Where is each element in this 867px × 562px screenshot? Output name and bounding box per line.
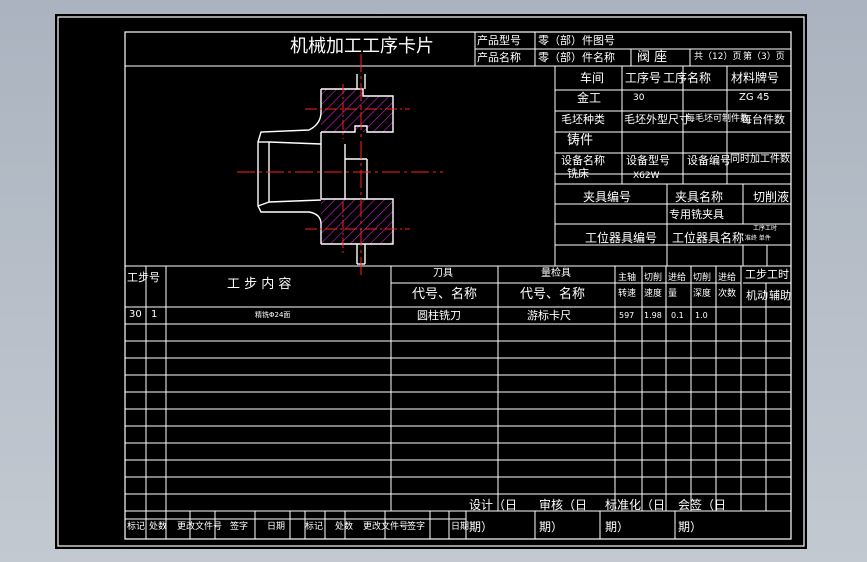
workshop-label: 车间 <box>580 71 605 85</box>
equip-name-value: 铣床 <box>567 167 589 180</box>
part-name-label: 零（部）件名称 <box>538 51 615 64</box>
op-no-label: 工序号 <box>625 71 662 85</box>
material-value: ZG 45 <box>739 92 770 103</box>
card-title: 机械加工工序卡片 <box>290 36 434 57</box>
equip-name-label: 设备名称 <box>561 154 605 167</box>
col-machine-time: 机动 <box>746 289 768 302</box>
product-name-label: 产品名称 <box>477 51 521 64</box>
col-tool-sub: 代号、名称 <box>412 287 478 302</box>
op-time-sub-label: 准终 单件 <box>745 235 771 242</box>
col-depth: 切削深度 <box>693 273 712 299</box>
rev-count-label: 处数 <box>149 522 168 532</box>
col-spindle: 主轴转速 <box>618 273 637 299</box>
col-gauge-sub: 代号、名称 <box>520 287 586 302</box>
row-depth: 1.0 <box>695 311 708 320</box>
col-passes: 进给次数 <box>718 273 737 299</box>
station-tool-name-label: 工位器具名称 <box>672 231 745 245</box>
col-aux-time: 辅助 <box>769 289 791 302</box>
fixture-name-value: 专用铣夹具 <box>669 208 724 221</box>
pieces-label: 每台件数 <box>741 113 785 126</box>
rev-mark-label-2: 标记 <box>305 522 324 532</box>
col-cut-speed: 切削速度 <box>644 273 663 299</box>
station-tool-no-label: 工位器具编号 <box>585 231 658 245</box>
rev-doc-label-2: 更改文件号 <box>363 522 409 532</box>
part-no-label: 零（部）件图号 <box>538 34 615 47</box>
total-pages: 共（12）页 <box>694 52 742 62</box>
rev-sign-label: 签字 <box>230 522 249 532</box>
col-gauge-group: 量检具 <box>541 268 571 279</box>
row-gauge: 游标卡尺 <box>527 309 571 322</box>
rev-doc-label: 更改文件号 <box>177 522 223 532</box>
row-tool: 圆柱铣刀 <box>417 309 461 322</box>
standard-date: 标准化（日期） <box>605 498 666 534</box>
fixture-name-label: 夹具名称 <box>675 190 724 204</box>
op-no-value: 30 <box>633 93 645 103</box>
blank-size-label: 毛坯外型尺寸 <box>624 113 690 126</box>
col-feed: 进给量 <box>668 273 687 299</box>
col-step-content: 工 步 内 容 <box>227 277 292 292</box>
col-tool-group: 刀具 <box>433 268 453 279</box>
blank-pieces-label: 每毛坯可制件数 <box>686 114 750 124</box>
rev-date-label-2: 日期 <box>451 522 470 532</box>
part-name-value: 阀 座 <box>637 50 668 65</box>
drawing-sheet: 机械加工工序卡片 产品型号 产品名称 零（部）件图号 零（部）件名称 阀 座 共… <box>55 14 807 549</box>
row-feed: 0.1 <box>671 311 684 320</box>
rev-mark-label: 标记 <box>127 522 146 532</box>
row-op-no: 30 <box>129 309 142 320</box>
rev-date-label: 日期 <box>267 522 286 532</box>
coolant-label: 切削液 <box>753 190 790 204</box>
row-spindle: 597 <box>619 311 635 320</box>
design-date: 设计（日期） <box>469 498 518 534</box>
product-model-label: 产品型号 <box>477 34 521 47</box>
countersign-date: 会签（日期） <box>678 498 727 534</box>
col-step-no: 工步号 <box>127 271 160 284</box>
rev-sign-label-2: 签字 <box>407 522 426 532</box>
equip-no-label: 设备编号 <box>687 154 731 167</box>
op-name-label: 工序名称 <box>663 71 712 85</box>
col-hours-group: 工步工时 <box>745 268 789 281</box>
fixture-no-label: 夹具编号 <box>583 190 632 204</box>
page-number: 第（3）页 <box>743 52 785 62</box>
simul-label: 同时加工件数 <box>730 154 790 165</box>
row-step-no: 1 <box>151 309 158 320</box>
row-content: 精铣Φ24面 <box>255 311 291 319</box>
material-label: 材料牌号 <box>731 71 780 85</box>
workshop-value: 金工 <box>577 91 602 105</box>
rev-count-label-2: 处数 <box>335 522 354 532</box>
review-date: 审核（日期） <box>539 498 588 534</box>
blank-type-value: 铸件 <box>567 133 594 148</box>
equip-model-value: X62W <box>633 171 660 181</box>
row-speed: 1.98 <box>644 311 662 320</box>
blank-type-label: 毛坯种类 <box>561 113 605 126</box>
op-time-label: 工序工时 <box>753 225 778 232</box>
equip-model-label: 设备型号 <box>626 154 670 167</box>
